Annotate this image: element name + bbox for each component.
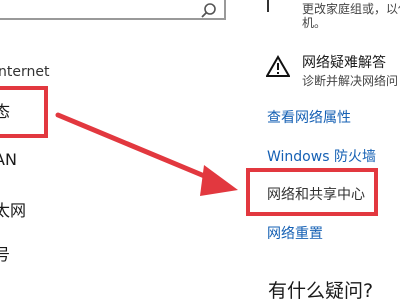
search-input[interactable]	[0, 0, 226, 20]
troubleshoot-description: 诊断并解决网络问	[302, 74, 399, 88]
related-settings-pane: 更改家庭组或，以保护你的计算 机。 网络疑难解答 诊断并解决网络问 查看网络属性…	[240, 0, 400, 300]
troubleshoot-title[interactable]: 网络疑难解答	[302, 52, 386, 72]
view-network-properties-link[interactable]: 查看网络属性	[267, 107, 351, 127]
nav-item-ethernet[interactable]: 太网	[0, 197, 26, 221]
search-icon[interactable]	[200, 2, 218, 20]
question-heading: 有什么疑问?	[268, 280, 374, 300]
nav-item-wlan[interactable]: AN	[0, 150, 17, 169]
section-label-internet: nternet	[0, 64, 50, 80]
network-reset-link[interactable]: 网络重置	[267, 223, 323, 243]
homegroup-description-cont: 机。	[302, 16, 327, 30]
windows-firewall-link[interactable]: Windows 防火墙	[267, 146, 376, 166]
highlight-box-status	[0, 86, 48, 138]
nav-item-dialup[interactable]: 号	[0, 241, 10, 265]
highlight-box-sharing-center	[246, 168, 378, 216]
warning-icon	[266, 55, 290, 77]
shield-icon	[267, 0, 269, 12]
settings-window: nternet 态 AN 太网 号 更改家庭组或，以保护你的计算 机。 网络疑难…	[0, 0, 400, 300]
